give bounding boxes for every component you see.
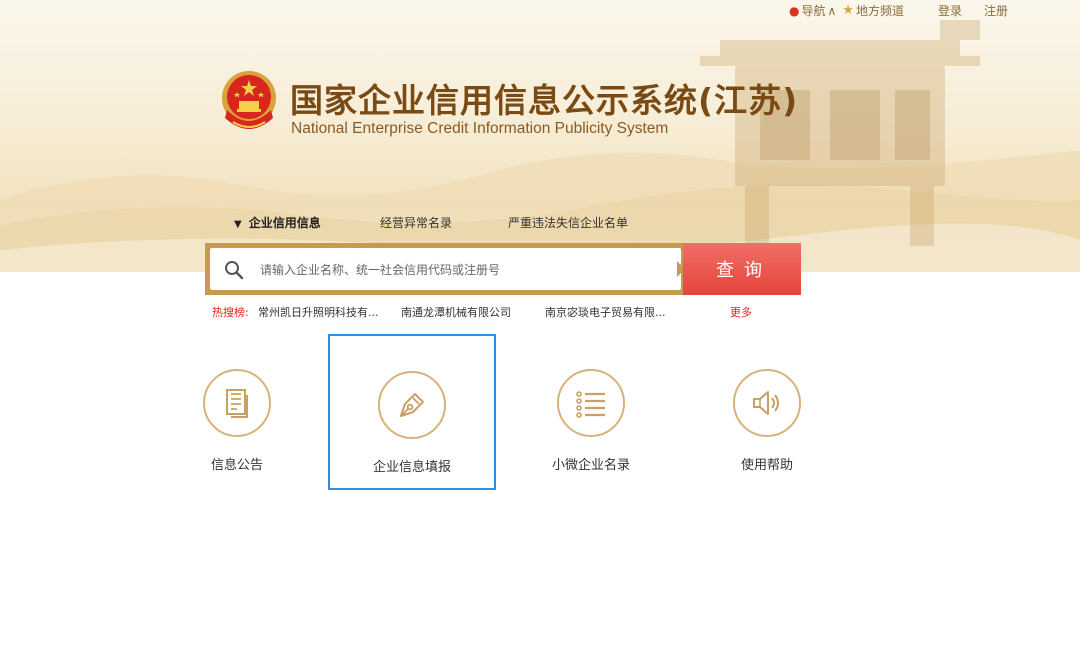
pen-nib-icon <box>400 393 424 417</box>
card-enterprise-report[interactable]: 企业信息填报 <box>328 334 496 490</box>
feature-cards: 信息公告 企业信息填报 小微企业名录 使用帮助 <box>0 334 1080 494</box>
card-icon-circle <box>378 371 446 439</box>
location-pin-icon: ● <box>789 3 800 18</box>
triangle-down-icon: ▼ <box>234 219 242 230</box>
tab-abnormal-list[interactable]: 经营异常名录 <box>380 214 508 231</box>
search-button[interactable]: 查询 <box>683 243 801 295</box>
nav-link[interactable]: ● 导航 ∧ <box>789 2 836 19</box>
hot-search-item[interactable]: 常州凯日升照明科技有... <box>258 304 379 320</box>
card-label: 信息公告 <box>210 458 263 473</box>
list-icon <box>576 391 605 418</box>
card-icon-circle <box>203 369 271 437</box>
card-label: 企业信息填报 <box>372 460 451 475</box>
card-icon-circle <box>733 369 801 437</box>
tab-enterprise-credit[interactable]: ▼ 企业信用信息 <box>234 214 380 231</box>
nav-label: 导航 <box>801 4 826 18</box>
card-small-micro-list[interactable]: 小微企业名录 <box>507 334 675 490</box>
tab-serious-violation-list[interactable]: 严重违法失信企业名单 <box>508 214 628 231</box>
local-channel-label: 地方频道 <box>855 4 904 18</box>
hot-search-label: 热搜榜: <box>212 306 249 319</box>
card-icon-circle <box>557 369 625 437</box>
header-banner: ● 导航 ∧ ★ 地方频道 登录 注册 国家企业信用信息公示系统(江苏) Nat… <box>0 0 1080 272</box>
card-info-notice[interactable]: 信息公告 <box>153 334 321 490</box>
national-emblem-icon <box>222 71 276 129</box>
document-icon <box>226 389 248 418</box>
search-box <box>210 248 681 292</box>
chevron-up-icon: ∧ <box>827 3 837 18</box>
hot-search-item[interactable]: 南通龙潭机械有限公司 <box>401 304 511 320</box>
search-input[interactable] <box>258 248 672 292</box>
top-nav: ● 导航 ∧ ★ 地方频道 登录 注册 <box>789 2 1008 19</box>
register-link[interactable]: 注册 <box>984 2 1008 19</box>
speaker-icon <box>753 391 779 415</box>
card-label: 小微企业名录 <box>551 458 630 473</box>
search-icon <box>225 261 244 280</box>
star-icon: ★ <box>842 3 854 18</box>
card-label: 使用帮助 <box>740 458 793 473</box>
site-subtitle: National Enterprise Credit Information P… <box>291 120 669 137</box>
hot-search-item[interactable]: 南京宓琰电子贸易有限... <box>545 304 666 320</box>
search-bar: 查询 <box>205 243 801 295</box>
search-tabs: ▼ 企业信用信息 经营异常名录 严重违法失信企业名单 <box>234 214 628 231</box>
card-help[interactable]: 使用帮助 <box>683 334 851 490</box>
login-link[interactable]: 登录 <box>938 2 962 19</box>
site-title: 国家企业信用信息公示系统(江苏) <box>290 81 799 120</box>
local-channel-link[interactable]: ★ 地方频道 <box>842 2 904 19</box>
hot-search-more-link[interactable]: 更多 <box>730 304 752 320</box>
